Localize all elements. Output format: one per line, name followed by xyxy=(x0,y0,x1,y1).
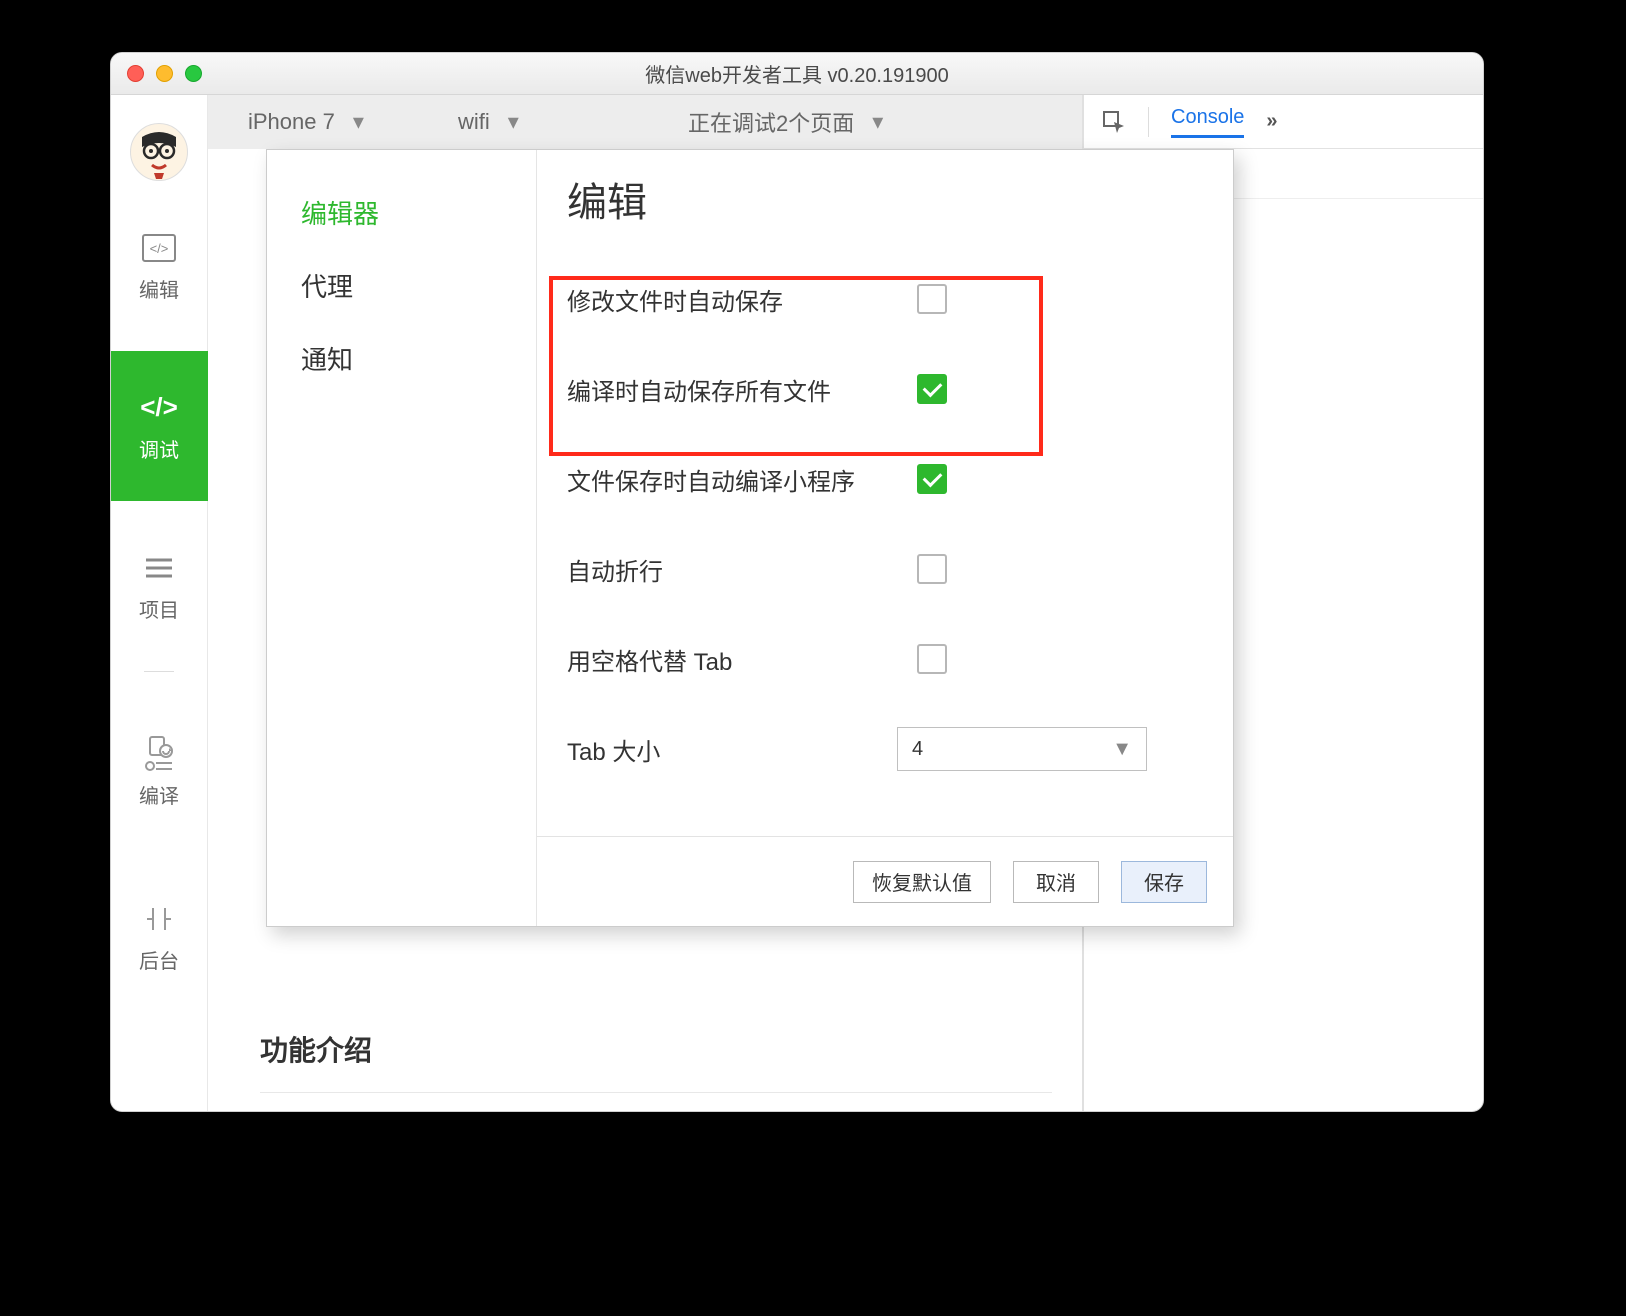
code-icon: </> xyxy=(141,390,177,426)
titlebar: 微信web开发者工具 v0.20.191900 xyxy=(111,53,1483,95)
separator xyxy=(1148,107,1149,137)
pages-dropdown[interactable]: 正在调试2个页面 ▾ xyxy=(688,106,883,138)
nav-debug-label: 调试 xyxy=(139,434,179,463)
code-panel-icon: </> xyxy=(141,230,177,266)
nav-compile-label: 编译 xyxy=(139,780,179,809)
chevron-down-icon: ▾ xyxy=(872,109,883,135)
opt-autosave-on-modify: 修改文件时自动保存 xyxy=(567,254,1203,344)
nav-edit[interactable]: </> 编辑 xyxy=(111,181,208,351)
settings-dialog: 编辑器 代理 通知 编辑 修改文件时自动保存 编译时自动保存所有文件 xyxy=(266,149,1234,927)
reset-defaults-button[interactable]: 恢复默认值 xyxy=(853,861,991,903)
opt-autosave-on-compile: 编译时自动保存所有文件 xyxy=(567,344,1203,434)
chevron-down-icon: ▾ xyxy=(353,109,364,135)
checkbox-spaces-for-tab[interactable] xyxy=(917,644,947,674)
nav-edit-label: 编辑 xyxy=(139,274,179,303)
settings-panel-title: 编辑 xyxy=(537,150,1233,254)
tab-size-select[interactable]: 4 ▼ xyxy=(897,727,1147,771)
settings-tab-notify[interactable]: 通知 xyxy=(267,322,536,395)
settings-rows: 修改文件时自动保存 编译时自动保存所有文件 文件保存时自动编译小程序 xyxy=(537,254,1233,794)
nav-backend[interactable]: 后台 xyxy=(111,872,208,1002)
checkbox-auto-wrap[interactable] xyxy=(917,554,947,584)
opt-label: 文件保存时自动编译小程序 xyxy=(567,462,917,497)
opt-label: 修改文件时自动保存 xyxy=(567,282,917,317)
opt-label: 自动折行 xyxy=(567,552,917,587)
avatar-face-icon xyxy=(132,125,186,179)
section-heading-func-intro: 功能介绍 xyxy=(260,1029,372,1069)
settings-tab-proxy[interactable]: 代理 xyxy=(267,249,536,322)
tab-size-value: 4 xyxy=(912,738,923,761)
device-dropdown[interactable]: iPhone 7 ▾ xyxy=(248,109,458,135)
nav-debug[interactable]: </> 调试 xyxy=(111,351,208,501)
nav-project[interactable]: 项目 xyxy=(111,501,208,671)
svg-text:</>: </> xyxy=(141,394,177,422)
network-dropdown[interactable]: wifi ▾ xyxy=(458,109,688,135)
settings-tab-editor[interactable]: 编辑器 xyxy=(267,176,536,249)
devtools-tabs: Console » xyxy=(1084,95,1483,149)
window-title: 微信web开发者工具 v0.20.191900 xyxy=(111,59,1483,88)
nav-compile[interactable]: 编译 xyxy=(111,672,208,872)
chevron-down-icon: ▾ xyxy=(508,109,519,135)
opt-label: 用空格代替 Tab xyxy=(567,642,917,677)
save-button[interactable]: 保存 xyxy=(1121,861,1207,903)
svg-text:</>: </> xyxy=(150,241,169,256)
pages-dropdown-value: 正在调试2个页面 xyxy=(688,106,854,138)
chevron-down-icon: ▼ xyxy=(1112,738,1132,761)
checkbox-autocompile-on-save[interactable] xyxy=(917,464,947,494)
nav-backend-label: 后台 xyxy=(139,945,179,974)
nav-project-label: 项目 xyxy=(139,594,179,623)
device-dropdown-value: iPhone 7 xyxy=(248,109,335,135)
divider xyxy=(260,1092,1052,1093)
settings-panel: 编辑 修改文件时自动保存 编译时自动保存所有文件 文件保存时 xyxy=(537,150,1233,926)
left-nav: </> 编辑 </> 调试 项目 xyxy=(111,95,208,1111)
devtools-tabs-overflow[interactable]: » xyxy=(1266,110,1279,133)
opt-autocompile-on-save: 文件保存时自动编译小程序 xyxy=(567,434,1203,524)
opt-spaces-for-tab: 用空格代替 Tab xyxy=(567,614,1203,704)
settings-tabs: 编辑器 代理 通知 xyxy=(267,150,537,926)
cancel-button[interactable]: 取消 xyxy=(1013,861,1099,903)
settings-footer: 恢复默认值 取消 保存 xyxy=(537,836,1233,926)
opt-label: Tab 大小 xyxy=(567,732,917,767)
checkbox-autosave-on-compile[interactable] xyxy=(917,374,947,404)
avatar[interactable] xyxy=(130,123,188,181)
content-area: </> 编辑 </> 调试 项目 xyxy=(111,95,1483,1111)
app-window: 微信web开发者工具 v0.20.191900 < xyxy=(110,52,1484,1112)
backend-icon xyxy=(141,901,177,937)
menu-icon xyxy=(141,550,177,586)
main-column: iPhone 7 ▾ wifi ▾ 正在调试2个页面 ▾ 功能介绍 xyxy=(208,95,1083,1111)
opt-auto-wrap: 自动折行 xyxy=(567,524,1203,614)
devtools-tab-console[interactable]: Console xyxy=(1171,106,1244,138)
network-dropdown-value: wifi xyxy=(458,109,490,135)
checkbox-autosave-on-modify[interactable] xyxy=(917,284,947,314)
inspect-element-icon[interactable] xyxy=(1102,110,1126,134)
opt-label: 编译时自动保存所有文件 xyxy=(567,372,917,407)
opt-tab-size: Tab 大小 4 ▼ xyxy=(567,704,1203,794)
compile-icon xyxy=(141,736,177,772)
main-body: 功能介绍 编辑器 代理 通知 编辑 修改文件时自动保存 xyxy=(208,149,1082,1111)
top-toolbar: iPhone 7 ▾ wifi ▾ 正在调试2个页面 ▾ xyxy=(208,95,1082,149)
